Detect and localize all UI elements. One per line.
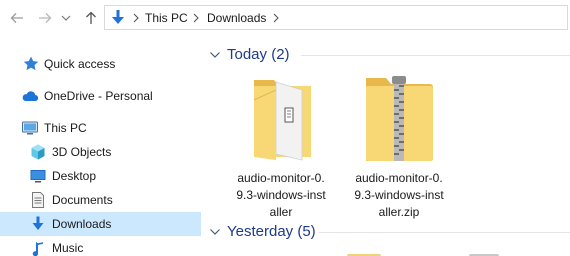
up-button[interactable] — [80, 7, 102, 29]
forward-button[interactable] — [34, 7, 56, 29]
zip-folder-icon — [366, 76, 433, 161]
file-name-line: aller.zip — [378, 205, 420, 219]
file-list: Today (2) audio-monitor-0. 9.3-windows-i… — [201, 36, 570, 256]
cloud-icon — [22, 91, 39, 102]
back-button[interactable] — [6, 7, 28, 29]
group-divider — [319, 232, 570, 233]
download-icon — [112, 10, 124, 24]
sidebar-item-music[interactable]: Music — [0, 236, 201, 256]
file-name-line: audio-monitor-0. — [237, 171, 325, 185]
file-item[interactable]: audio-monitor-0. 9.3-windows-inst aller.… — [340, 72, 458, 219]
sidebar-item-label: Desktop — [52, 169, 97, 183]
file-name: audio-monitor-0. 9.3-windows-inst aller.… — [340, 170, 458, 221]
file-item[interactable]: audio-monitor-0. 9.3-windows-inst aller — [222, 72, 340, 219]
file-name-line: aller — [269, 205, 293, 219]
address-bar[interactable]: This PC Downloads — [104, 5, 568, 30]
navigation-bar: This PC Downloads — [0, 0, 570, 36]
recent-locations-button[interactable] — [58, 7, 74, 29]
sidebar-item-label: Music — [52, 241, 84, 255]
sidebar-item-label: This PC — [44, 121, 87, 135]
group-header-today[interactable]: Today (2) — [201, 43, 570, 67]
up-arrow-icon — [86, 11, 96, 24]
desktop-icon — [30, 170, 46, 183]
back-arrow-icon — [10, 13, 23, 23]
forward-arrow-icon — [39, 13, 52, 23]
music-icon — [32, 242, 43, 256]
star-icon — [23, 56, 39, 71]
group-title: Today (2) — [227, 46, 290, 63]
folder-installer-icon — [253, 80, 311, 161]
download-icon — [32, 216, 44, 230]
sidebar-item-documents[interactable]: Documents — [0, 188, 201, 212]
sidebar-item-quick-access[interactable]: Quick access — [0, 52, 201, 76]
navigation-pane: Quick access OneDrive - Personal This PC… — [0, 44, 201, 256]
group-header-yesterday[interactable]: Yesterday (5) — [201, 220, 570, 244]
sidebar-item-downloads[interactable]: Downloads — [0, 212, 201, 236]
file-name-line: 9.3-windows-inst — [236, 188, 326, 202]
group-divider — [301, 55, 570, 56]
sidebar-item-label: Downloads — [52, 217, 112, 231]
breadcrumb-separator-icon — [273, 13, 279, 23]
breadcrumb-this-pc[interactable]: This PC — [145, 11, 188, 25]
file-explorer-window: This PC Downloads Quick access OneDrive … — [0, 0, 570, 256]
sidebar-item-this-pc[interactable]: This PC — [0, 116, 201, 140]
sidebar-item-onedrive[interactable]: OneDrive - Personal — [0, 84, 201, 108]
group-title: Yesterday (5) — [227, 223, 316, 240]
breadcrumb-separator-icon — [133, 13, 139, 23]
document-icon — [32, 192, 44, 208]
sidebar-item-label: OneDrive - Personal — [44, 89, 153, 103]
breadcrumb-downloads[interactable]: Downloads — [207, 11, 266, 25]
sidebar-item-3d-objects[interactable]: 3D Objects — [0, 140, 201, 164]
sidebar-item-label: Documents — [52, 193, 113, 207]
file-name: audio-monitor-0. 9.3-windows-inst aller — [222, 170, 340, 221]
cube-icon — [31, 144, 45, 160]
sidebar-item-label: 3D Objects — [52, 145, 112, 159]
chevron-down-icon — [61, 15, 71, 21]
file-name-line: 9.3-windows-inst — [354, 188, 444, 202]
computer-icon — [22, 121, 38, 135]
file-name-line: audio-monitor-0. — [355, 171, 443, 185]
chevron-down-icon — [210, 229, 220, 235]
breadcrumb-separator-icon — [193, 13, 199, 23]
chevron-down-icon — [210, 52, 220, 58]
sidebar-item-label: Quick access — [44, 57, 116, 71]
sidebar-item-desktop[interactable]: Desktop — [0, 164, 201, 188]
